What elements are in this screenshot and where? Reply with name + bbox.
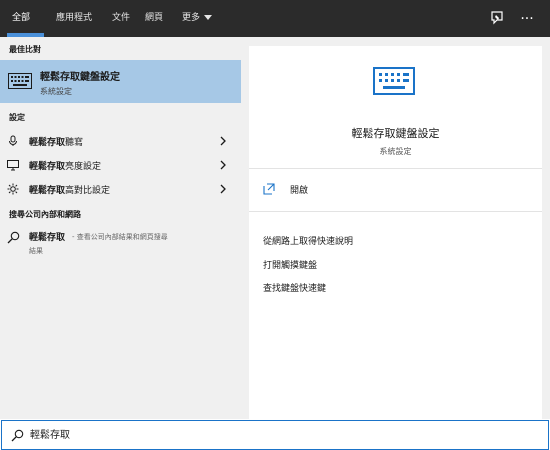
monitor-icon — [7, 160, 19, 171]
settings-item-label: 輕鬆存取聽寫 — [29, 135, 83, 148]
settings-item-label: 輕鬆存取亮度設定 — [29, 159, 101, 172]
chevron-down-icon — [204, 15, 213, 20]
results-panel: 最佳比對 輕鬆存取鍵盤設定 系統設定 設定 輕鬆存取聽寫 輕鬆存取亮度設定 輕鬆… — [0, 37, 241, 419]
open-label: 開啟 — [290, 186, 309, 196]
label-rest-part: 亮度設定 — [65, 162, 102, 172]
divider — [249, 211, 542, 212]
web-search-description-cont: 結果 — [29, 247, 43, 255]
label-bold-part: 輕鬆存取 — [29, 186, 66, 196]
settings-item-high-contrast[interactable]: 輕鬆存取高對比設定 — [0, 177, 241, 201]
preview-title: 輕鬆存取鍵盤設定 — [351, 127, 440, 140]
best-match-title: 輕鬆存取鍵盤設定 — [40, 72, 120, 83]
label-bold-part: 輕鬆存取 — [29, 162, 66, 172]
preview-panel: 輕鬆存取鍵盤設定 系統設定 開啟 從網路上取得快速說明 打開觸摸鍵盤 查找鍵盤快… — [241, 37, 550, 419]
label-bold-part: 輕鬆存取 — [29, 138, 66, 148]
link-web-help[interactable]: 從網路上取得快速說明 — [263, 234, 353, 247]
web-search-header: 搜尋公司內部和網路 — [9, 210, 81, 219]
search-input[interactable] — [30, 426, 530, 446]
open-icon — [263, 183, 275, 195]
settings-item-dictation[interactable]: 輕鬆存取聽寫 — [0, 129, 241, 153]
tab-web[interactable]: 網頁 — [145, 0, 163, 37]
tab-apps[interactable]: 應用程式 — [56, 0, 92, 37]
search-window: 全部 應用程式 文件 網頁 更多 ··· 最佳比對 輕鬆存取鍵盤設定 系統設定 … — [0, 0, 550, 450]
feedback-icon[interactable] — [488, 10, 506, 28]
keyboard-icon — [8, 73, 32, 89]
chevron-right-icon[interactable] — [217, 135, 229, 147]
link-touch-keyboard[interactable]: 打開觸摸鍵盤 — [263, 258, 317, 271]
label-rest-part: 高對比設定 — [65, 186, 111, 196]
search-bar — [0, 419, 550, 450]
best-match-header: 最佳比對 — [9, 45, 41, 54]
divider — [249, 168, 542, 169]
chevron-right-icon[interactable] — [217, 183, 229, 195]
search-icon — [11, 429, 24, 442]
preview-card: 輕鬆存取鍵盤設定 系統設定 開啟 從網路上取得快速說明 打開觸摸鍵盤 查找鍵盤快… — [249, 46, 542, 419]
tab-more-label: 更多 — [182, 13, 201, 23]
dictation-icon — [9, 135, 17, 146]
feedback-icon-svg — [491, 11, 503, 25]
brightness-icon — [7, 183, 19, 195]
preview-subtitle: 系統設定 — [379, 147, 412, 156]
web-search-item[interactable]: 輕鬆存取 - 查看公司內部結果和網頁搜尋 結果 — [0, 227, 241, 263]
best-match-subtitle: 系統設定 — [40, 87, 72, 96]
tab-all[interactable]: 全部 — [12, 0, 30, 37]
keyboard-large-icon — [373, 67, 415, 95]
tab-more[interactable]: 更多 — [182, 0, 213, 37]
label-rest-part: 聽寫 — [65, 138, 84, 148]
search-box[interactable] — [1, 420, 549, 450]
tab-documents[interactable]: 文件 — [112, 0, 130, 37]
best-match-item[interactable]: 輕鬆存取鍵盤設定 系統設定 — [0, 60, 241, 103]
settings-item-brightness[interactable]: 輕鬆存取亮度設定 — [0, 153, 241, 177]
chevron-right-icon[interactable] — [217, 159, 229, 171]
more-options-icon[interactable]: ··· — [518, 10, 536, 28]
web-search-description: - 查看公司內部結果和網頁搜尋 — [72, 233, 168, 241]
top-bar: 全部 應用程式 文件 網頁 更多 ··· — [0, 0, 550, 37]
settings-header: 設定 — [9, 113, 25, 122]
search-icon — [7, 231, 20, 244]
link-keyboard-shortcuts[interactable]: 查找鍵盤快速鍵 — [263, 281, 326, 294]
web-search-query: 輕鬆存取 — [29, 233, 66, 243]
settings-item-label: 輕鬆存取高對比設定 — [29, 183, 110, 196]
